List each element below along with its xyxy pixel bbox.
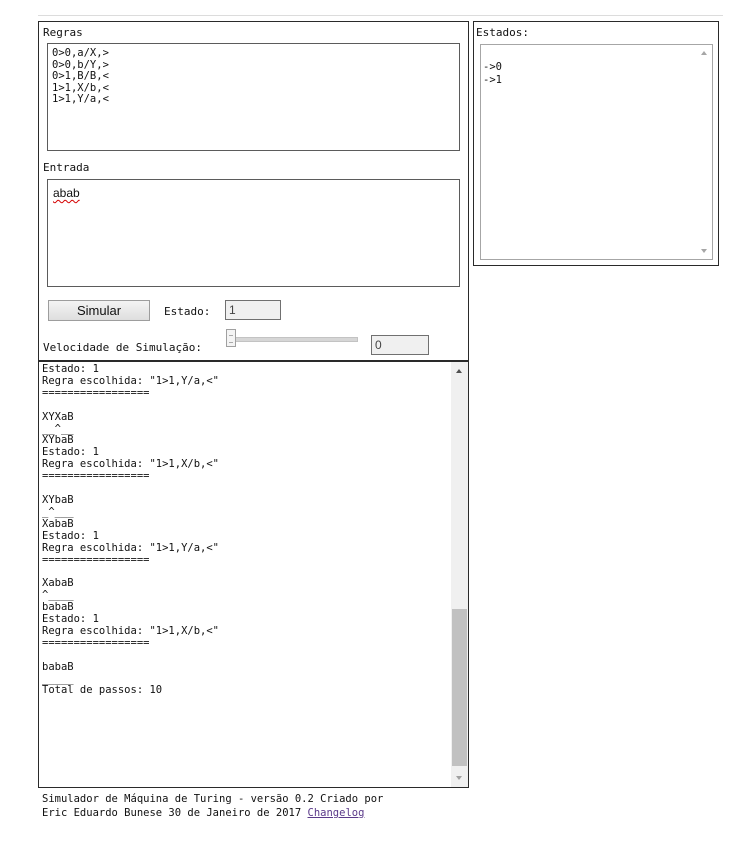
log-scrollbar[interactable]	[451, 362, 468, 787]
editor-panel: Regras 0>0,a/X,> 0>0,b/Y,> 0>1,B/B,< 1>1…	[38, 21, 469, 361]
scroll-down-icon[interactable]	[701, 249, 707, 253]
changelog-link[interactable]: Changelog	[308, 807, 365, 819]
states-list[interactable]: ->0 ->1	[480, 44, 713, 260]
state-field: 1	[225, 300, 281, 320]
speed-slider-thumb[interactable]	[226, 329, 236, 347]
input-label: Entrada	[43, 161, 90, 174]
states-items: ->0 ->1	[483, 61, 502, 86]
states-title: Estados:	[476, 26, 529, 39]
top-divider	[38, 15, 723, 16]
scroll-up-icon[interactable]	[701, 51, 707, 55]
speed-slider-track[interactable]	[226, 337, 358, 342]
log-scroll-thumb[interactable]	[452, 609, 467, 766]
rules-label: Regras	[43, 26, 83, 39]
states-scrollbar[interactable]	[697, 45, 712, 259]
simulate-button[interactable]: Simular	[48, 300, 150, 321]
input-value: abab	[53, 186, 80, 200]
state-label: Estado:	[164, 305, 211, 318]
states-panel: Estados: ->0 ->1	[473, 21, 719, 266]
footer: Simulador de Máquina de Turing - versão …	[42, 792, 383, 820]
speed-label: Velocidade de Simulação:	[43, 341, 202, 354]
input-textarea[interactable]: abab	[47, 179, 460, 287]
rules-textarea[interactable]: 0>0,a/X,> 0>0,b/Y,> 0>1,B/B,< 1>1,X/b,< …	[47, 43, 460, 151]
log-text: Estado: 1 Regra escolhida: "1>1,Y/a,<" =…	[42, 363, 220, 697]
scroll-down-icon[interactable]	[456, 776, 462, 780]
simulation-log[interactable]: Estado: 1 Regra escolhida: "1>1,Y/a,<" =…	[38, 361, 469, 788]
scroll-up-icon[interactable]	[456, 369, 462, 373]
speed-field: 0	[371, 335, 429, 355]
